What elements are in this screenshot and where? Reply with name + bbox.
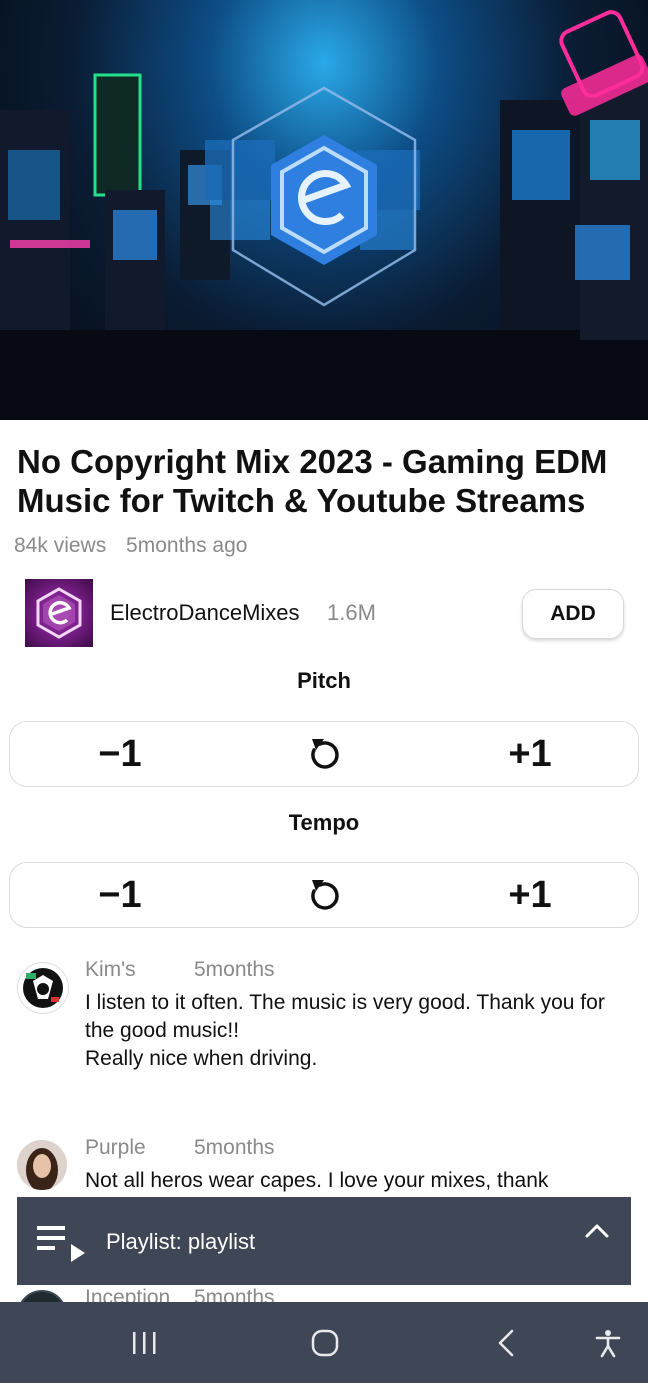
pitch-reset-button[interactable] xyxy=(264,722,384,786)
tempo-controls: −1 +1 xyxy=(9,862,639,928)
reset-icon xyxy=(311,880,339,910)
pitch-increase-button[interactable]: +1 xyxy=(470,722,590,786)
subscriber-count: 1.6M xyxy=(327,600,376,625)
recent-apps-icon xyxy=(133,1331,156,1354)
comment-author: Inception xyxy=(85,1286,171,1302)
comment-text: I listen to it often. The music is very … xyxy=(85,991,605,1070)
tempo-increase-button[interactable]: +1 xyxy=(470,863,590,927)
upload-age: 5months ago xyxy=(126,534,248,557)
comment-time: 5months xyxy=(194,1286,275,1302)
video-title: No Copyright Mix 2023 - Gaming EDM Music… xyxy=(17,443,608,519)
reset-icon xyxy=(311,739,339,769)
arcade-scene-image xyxy=(0,10,648,420)
back-icon xyxy=(498,1329,514,1356)
home-button[interactable] xyxy=(285,1302,365,1383)
comment-text: Not all heros wear capes. I love your mi… xyxy=(85,1169,549,1192)
home-icon xyxy=(311,1329,339,1356)
channel-name[interactable]: ElectroDanceMixes xyxy=(110,600,300,626)
view-count: 84k views xyxy=(14,534,107,557)
avatar xyxy=(17,1290,67,1302)
pitch-decrease-button[interactable]: −1 xyxy=(60,722,180,786)
accessibility-button[interactable] xyxy=(568,1302,648,1383)
back-button[interactable] xyxy=(467,1302,547,1383)
tempo-label: Tempo xyxy=(288,810,360,835)
system-navbar xyxy=(0,1302,648,1383)
video-thumbnail[interactable] xyxy=(0,0,648,420)
chevron-up-icon[interactable] xyxy=(583,1221,611,1241)
comment-time: 5months xyxy=(194,1136,275,1159)
tempo-reset-button[interactable] xyxy=(264,863,384,927)
playlist-label: Playlist: playlist xyxy=(106,1229,256,1254)
add-button[interactable]: ADD xyxy=(522,589,624,639)
comment-author[interactable]: Purple xyxy=(85,1136,146,1160)
comment-author[interactable]: Kim's xyxy=(85,958,136,982)
pitch-label: Pitch xyxy=(297,668,351,693)
channel-avatar[interactable] xyxy=(25,579,93,647)
tempo-decrease-button[interactable]: −1 xyxy=(60,863,180,927)
avatar[interactable] xyxy=(17,962,69,1014)
playlist-bar[interactable]: Playlist: playlist xyxy=(17,1197,631,1285)
comment-time: 5months xyxy=(194,958,275,981)
accessibility-icon xyxy=(595,1329,621,1357)
playlist-icon xyxy=(37,1226,85,1262)
avatar[interactable] xyxy=(17,1140,67,1190)
electro-logo-icon xyxy=(36,587,82,639)
recent-apps-button[interactable] xyxy=(104,1302,184,1383)
pitch-controls: −1 +1 xyxy=(9,721,639,787)
video-meta: 84k views 5months ago xyxy=(14,534,247,558)
